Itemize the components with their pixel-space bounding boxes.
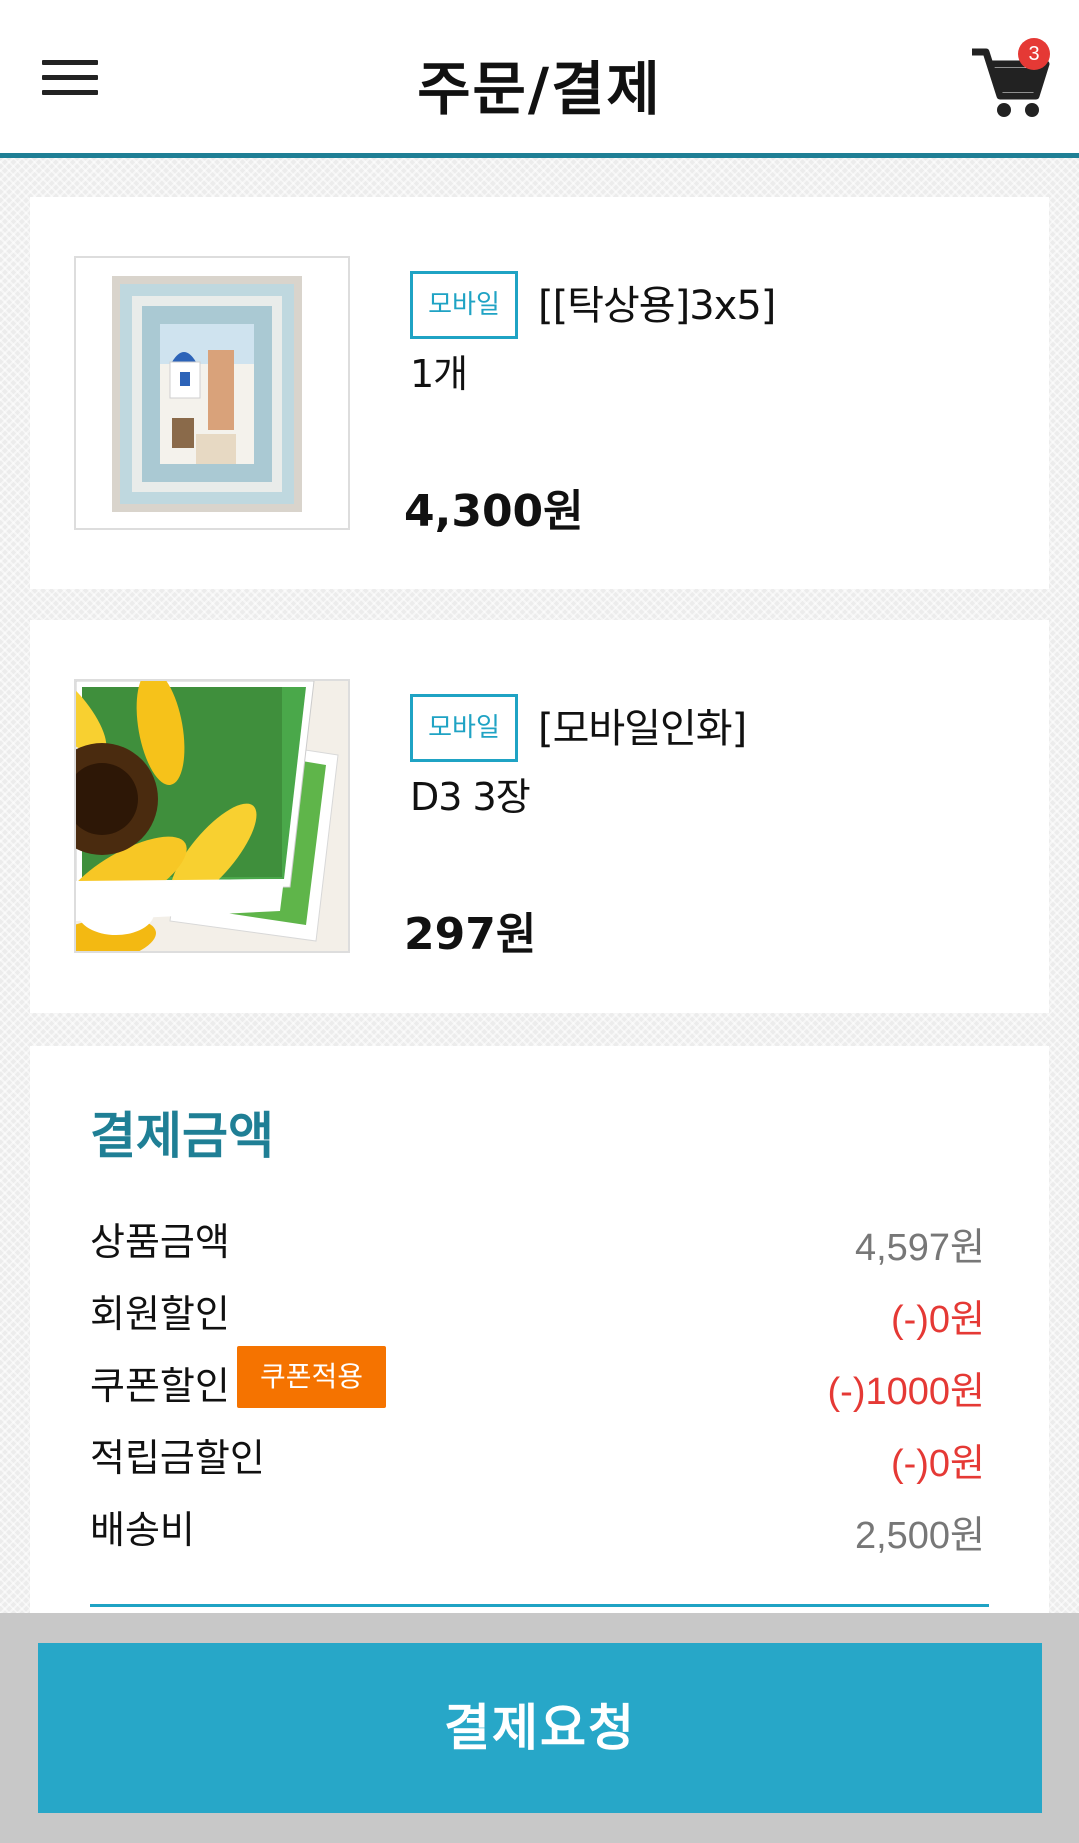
points-discount-label: 적립금할인 xyxy=(90,1436,265,1480)
shipping-fee-value: 2,500원 xyxy=(854,1515,985,1557)
request-payment-button[interactable]: 결제요청 xyxy=(38,1643,1042,1813)
bottom-action-bar: 결제요청 xyxy=(0,1613,1079,1843)
mobile-tag-badge: 모바일 xyxy=(410,271,518,339)
shipping-fee-label: 배송비 xyxy=(90,1508,195,1552)
member-discount-label: 회원할인 xyxy=(90,1292,230,1336)
product-thumbnail-frame xyxy=(74,256,350,530)
cart-count-badge: 3 xyxy=(1018,38,1050,70)
product-name: [[탁상용]3x5] xyxy=(538,283,776,329)
product-amount-label: 상품금액 xyxy=(90,1220,230,1264)
mobile-tag-badge: 모바일 xyxy=(410,694,518,762)
product-name: [모바일인화] xyxy=(538,706,747,752)
apply-coupon-button[interactable]: 쿠폰적용 xyxy=(237,1346,386,1408)
product-thumbnail-sunflower xyxy=(74,679,350,953)
product-quantity: D3 3장 xyxy=(410,775,531,819)
top-app-bar: 주문/결제 3 xyxy=(0,0,1079,158)
page-title: 주문/결제 xyxy=(417,55,662,123)
order-item-card: 모바일 [[탁상용]3x5] 1개 4,300원 xyxy=(30,197,1049,589)
payment-summary-panel: 결제금액 상품금액 4,597원 회원할인 (-)0원 쿠폰할인 쿠폰적용 (-… xyxy=(30,1046,1049,1646)
coupon-discount-value: (-)1000원 xyxy=(827,1371,985,1413)
order-item-card: 모바일 [모바일인화] D3 3장 297원 xyxy=(30,620,1049,1013)
product-price: 4,300원 xyxy=(404,486,584,537)
divider xyxy=(90,1604,989,1607)
product-price: 297원 xyxy=(404,909,537,960)
coupon-discount-label: 쿠폰할인 xyxy=(90,1364,230,1408)
member-discount-value: (-)0원 xyxy=(890,1299,985,1341)
product-amount-value: 4,597원 xyxy=(854,1227,985,1269)
points-discount-value: (-)0원 xyxy=(890,1443,985,1485)
summary-title: 결제금액 xyxy=(90,1107,274,1165)
product-quantity: 1개 xyxy=(410,352,468,396)
